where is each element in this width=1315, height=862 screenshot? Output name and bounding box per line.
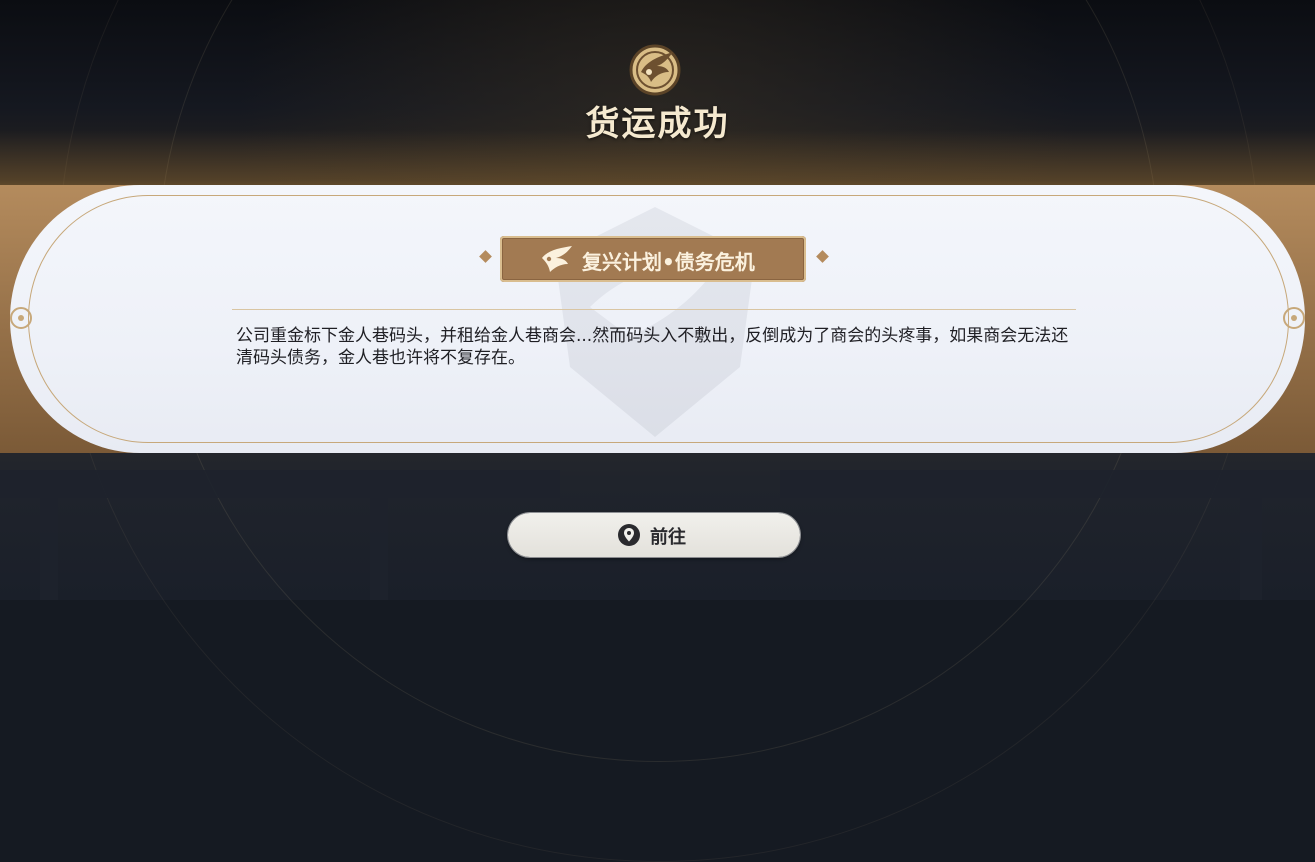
- background-post: [40, 498, 58, 600]
- go-button-label: 前往: [650, 527, 686, 548]
- quest-description: 公司重金标下金人巷码头，并租给金人巷商会...然而码头入不敷出，反倒成为了商会的…: [236, 326, 1069, 368]
- shield-watermark-icon: [555, 207, 755, 437]
- background-beam: [780, 470, 1315, 498]
- dialog-title: 货运成功: [585, 104, 730, 144]
- location-pin-icon: [618, 524, 640, 546]
- right-ornament-icon: [1281, 305, 1307, 331]
- background-post: [1240, 498, 1262, 600]
- background-beam: [0, 470, 560, 498]
- background-post: [370, 498, 388, 600]
- go-button[interactable]: 前往: [508, 513, 800, 557]
- tag-label: 复兴计划•债务危机: [582, 250, 755, 274]
- phoenix-icon: [542, 246, 572, 272]
- left-ornament-icon: [8, 305, 34, 331]
- quest-tag: 复兴计划•债务危机: [500, 236, 806, 282]
- info-card: [0, 185, 1315, 453]
- divider: [232, 309, 1076, 310]
- phoenix-emblem-icon: [629, 44, 681, 96]
